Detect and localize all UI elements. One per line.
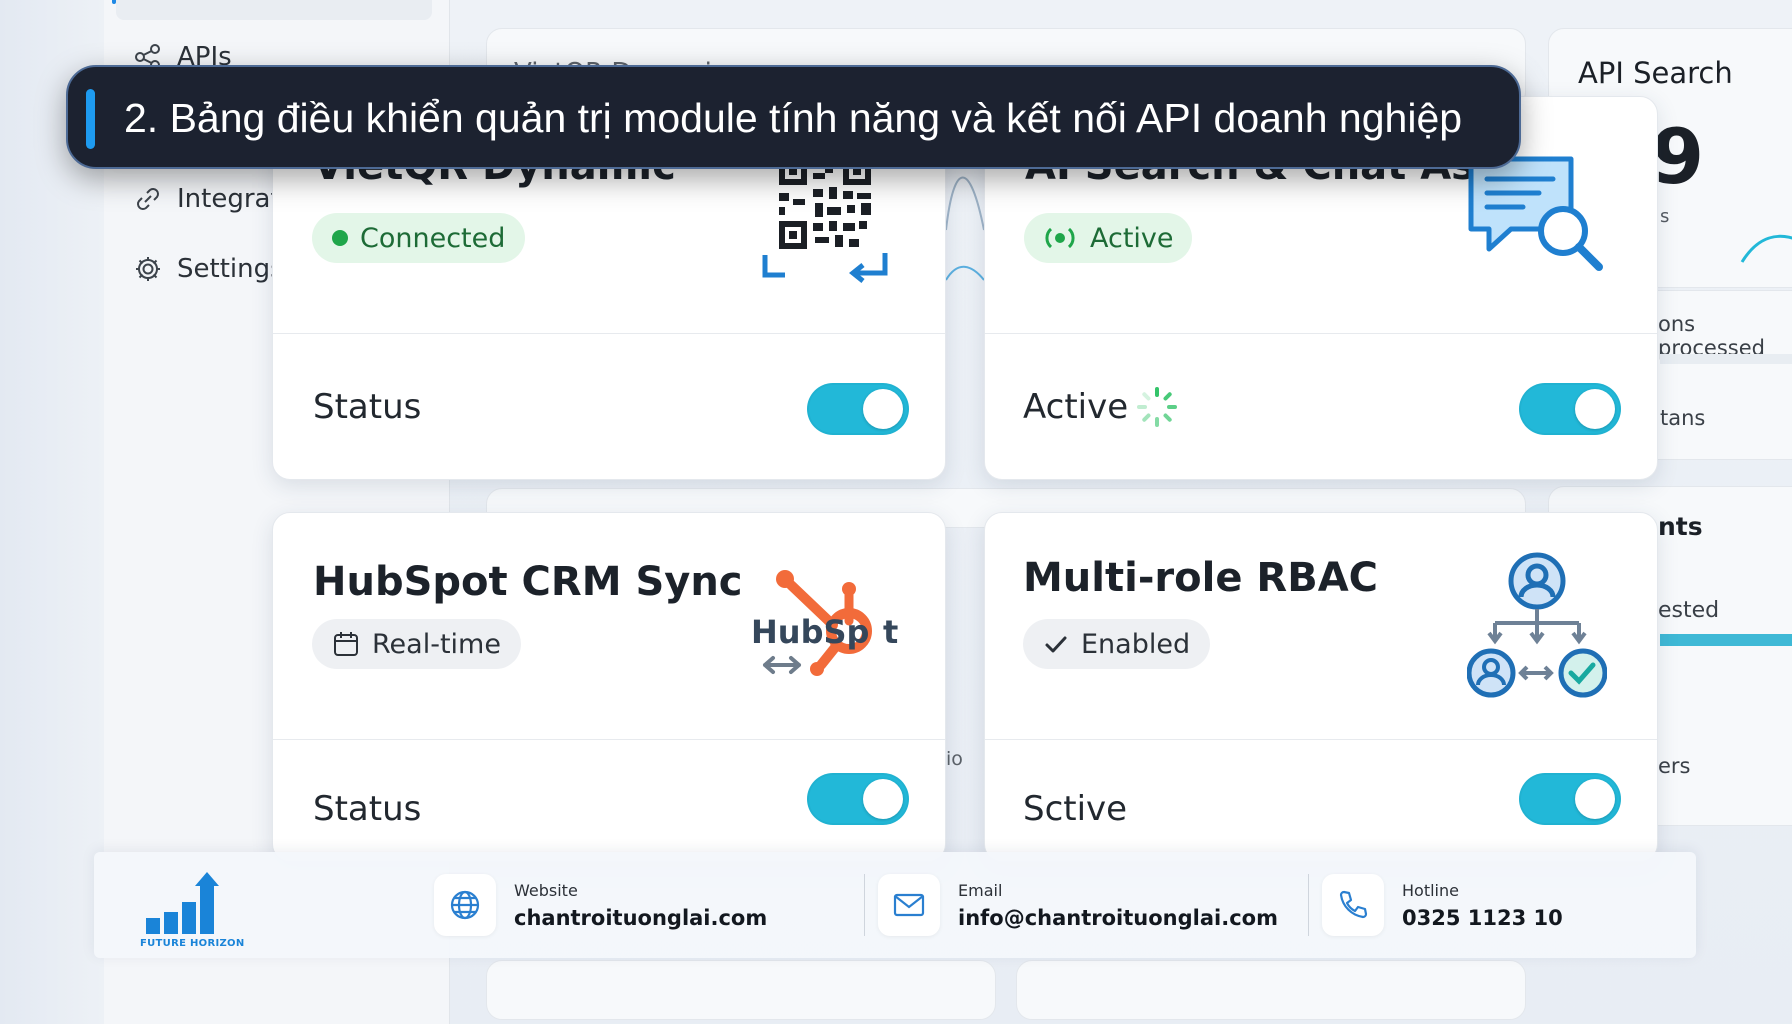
toggle-knob — [1575, 389, 1615, 429]
card-divider — [985, 739, 1657, 740]
background-divider — [1660, 354, 1792, 364]
green-dot-icon — [332, 230, 348, 246]
card-title: Multi-role RBAC — [1023, 555, 1378, 601]
phone-icon — [1339, 890, 1368, 919]
caption-banner: 2. Bảng điều khiển quản trị module tính … — [66, 65, 1521, 169]
status-badge: Active — [1024, 213, 1192, 263]
footer-separator — [864, 874, 865, 936]
brand-logo: FUTURE HORIZON — [140, 872, 244, 952]
sctive-toggle[interactable] — [1519, 773, 1621, 825]
contact-hotline[interactable]: Hotline 0325 1123 10 — [1322, 874, 1563, 936]
background-text: io — [946, 748, 963, 770]
background-text: ested — [1658, 598, 1720, 623]
background-text: ers — [1658, 754, 1691, 778]
card-row-label: Status — [313, 789, 422, 829]
sidebar-item-active[interactable] — [116, 0, 432, 20]
background-text: ons processed — [1658, 312, 1765, 360]
sidebar-item-label: Integrat — [177, 184, 281, 214]
toggle-knob — [863, 779, 903, 819]
status-badge: Connected — [312, 213, 526, 263]
growth-chart-logo — [146, 872, 219, 934]
status-badge-label: Active — [1090, 222, 1174, 254]
hotline-number[interactable]: 0325 1123 10 — [1402, 906, 1563, 930]
contact-email[interactable]: Email info@chantroituonglai.com — [878, 874, 1278, 936]
card-divider — [985, 333, 1657, 334]
contact-website[interactable]: Website chantroituonglai.com — [434, 874, 767, 936]
sidebar-active-indicator — [112, 0, 116, 4]
footer-separator — [1308, 874, 1309, 936]
hubspot-logo-text: HubSp — [751, 613, 870, 651]
background-card-title: API Search — [1578, 56, 1733, 90]
card-row-label: Active — [1023, 387, 1129, 427]
contact-footer: FUTURE HORIZON Website chantroituonglai.… — [94, 852, 1696, 958]
toggle-knob — [1575, 779, 1615, 819]
active-toggle[interactable] — [1519, 383, 1621, 435]
status-toggle[interactable] — [807, 773, 909, 825]
rbac-badge: Enabled — [1023, 619, 1211, 669]
background-progress-bar — [1660, 634, 1792, 646]
background-metric-caption: s — [1660, 206, 1670, 227]
card-divider — [273, 333, 945, 334]
trend-line-icon — [1740, 234, 1792, 263]
status-badge-label: Connected — [360, 222, 506, 254]
sync-badge: Real-time — [312, 619, 521, 669]
status-toggle[interactable] — [807, 383, 909, 435]
website-link[interactable]: chantroituonglai.com — [514, 906, 767, 930]
globe-icon-box — [434, 874, 496, 936]
mail-icon-box — [878, 874, 940, 936]
rbac-badge-label: Enabled — [1081, 628, 1191, 660]
hubspot-logo-text-tail: t — [883, 613, 899, 651]
card-row-label: Status — [313, 387, 422, 427]
website-label: Website — [514, 880, 578, 900]
hotline-label: Hotline — [1402, 880, 1459, 900]
background-card-bottom — [486, 960, 996, 1020]
phone-icon-box — [1322, 874, 1384, 936]
toggle-knob — [863, 389, 903, 429]
globe-icon — [450, 890, 480, 920]
background-chart-line — [945, 176, 985, 281]
loading-spinner-icon — [1137, 387, 1177, 427]
role-hierarchy-icon — [1467, 552, 1607, 698]
sidebar-item-settings[interactable]: Settings — [133, 254, 284, 284]
module-card-rbac: Multi-role RBAC Enabled Sctive — [984, 512, 1658, 862]
sync-badge-label: Real-time — [372, 628, 501, 660]
hubspot-logo: HubSp t — [751, 565, 901, 685]
caption-accent-bar — [86, 89, 95, 149]
gear-icon — [136, 257, 160, 281]
link-icon — [137, 188, 159, 210]
module-card-hubspot: HubSpot CRM Sync Real-time HubSp t Statu… — [272, 512, 946, 862]
chat-search-icon — [1468, 156, 1603, 271]
check-icon — [1045, 636, 1067, 653]
card-row-label: Sctive — [1023, 789, 1128, 829]
background-card-bottom — [1016, 960, 1526, 1020]
brand-name: FUTURE HORIZON — [140, 938, 245, 949]
sidebar-item-label: Settings — [177, 254, 284, 284]
sidebar-item-integrations[interactable]: Integrat — [133, 184, 281, 214]
card-divider — [273, 739, 945, 740]
email-label: Email — [958, 880, 1003, 900]
background-text: tans — [1660, 406, 1706, 430]
email-link[interactable]: info@chantroituonglai.com — [958, 906, 1278, 930]
mail-icon — [893, 893, 925, 917]
broadcast-icon — [1045, 227, 1075, 249]
caption-text: 2. Bảng điều khiển quản trị module tính … — [124, 95, 1463, 141]
calendar-icon — [334, 632, 358, 656]
card-title: HubSpot CRM Sync — [313, 559, 743, 605]
background-card-title: nts — [1658, 512, 1703, 541]
